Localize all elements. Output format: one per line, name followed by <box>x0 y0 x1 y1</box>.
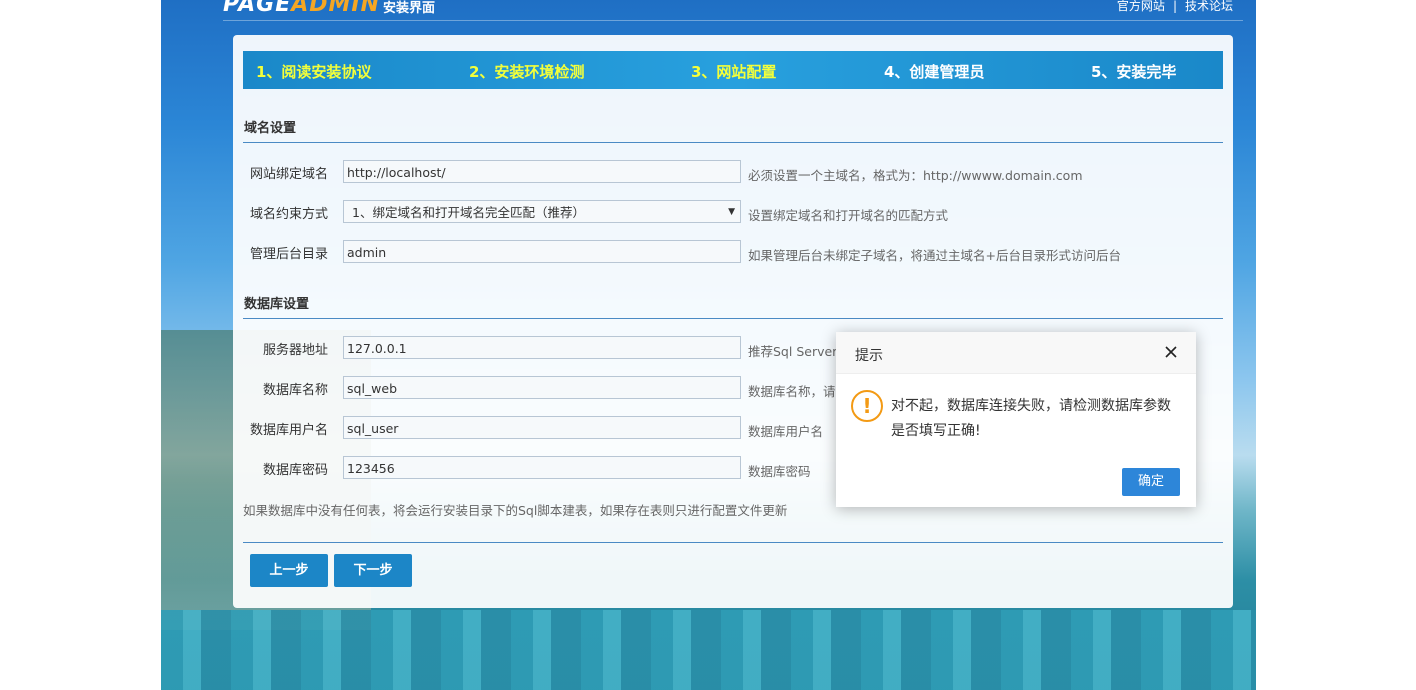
constraint-label: 域名约束方式 <box>249 207 328 222</box>
bind-domain-input[interactable]: http://localhost/ <box>343 160 741 183</box>
install-subtitle: 安装界面 <box>383 1 436 16</box>
db-divider <box>243 318 1223 319</box>
header-links: 官方网站 | 技术论坛 <box>1117 0 1233 14</box>
domain-divider <box>243 142 1223 143</box>
pageadmin-logo: PAGEADMIN <box>223 0 380 17</box>
step-create-admin: 4、创建管理员 <box>884 63 985 81</box>
constraint-hint: 设置绑定域名和打开域名的匹配方式 <box>748 208 949 223</box>
db-section-title: 数据库设置 <box>244 297 310 312</box>
admin-dir-label: 管理后台目录 <box>249 247 328 262</box>
db-user-label: 数据库用户名 <box>249 423 328 438</box>
step-finish: 5、安装完毕 <box>1091 63 1177 81</box>
constraint-select[interactable]: 1、绑定域名和打开域名完全匹配（推荐） ▼ <box>343 200 741 223</box>
bind-domain-hint: 必须设置一个主域名，格式为：http://wwww.domain.com <box>748 168 1083 183</box>
next-step-button[interactable]: 下一步 <box>334 554 412 587</box>
db-name-label: 数据库名称 <box>262 383 328 398</box>
install-steps-bar: 1、阅读安装协议 2、安装环境检测 3、网站配置 4、创建管理员 5、安装完毕 <box>243 51 1223 89</box>
close-icon[interactable] <box>1160 341 1182 363</box>
confirm-button[interactable]: 确定 <box>1122 468 1180 496</box>
db-pass-hint: 数据库密码 <box>748 464 811 479</box>
server-input[interactable]: 127.0.0.1 <box>343 336 741 359</box>
prev-step-button[interactable]: 上一步 <box>250 554 328 587</box>
alert-dialog: 提示 ! 对不起，数据库连接失败，请检测数据库参数是否填写正确! 确定 <box>836 332 1196 507</box>
install-panel: 1、阅读安装协议 2、安装环境检测 3、网站配置 4、创建管理员 5、安装完毕 … <box>233 35 1233 608</box>
db-pass-label: 数据库密码 <box>262 463 328 478</box>
step-site-config: 3、网站配置 <box>691 63 777 81</box>
step-env-check: 2、安装环境检测 <box>469 63 585 81</box>
step-read-agreement: 1、阅读安装协议 <box>256 63 372 81</box>
bind-domain-label: 网站绑定域名 <box>249 167 328 182</box>
dialog-header: 提示 <box>836 332 1196 374</box>
db-pass-input[interactable]: 123456 <box>343 456 741 479</box>
warning-icon: ! <box>851 390 883 422</box>
db-name-input[interactable]: sql_web <box>343 376 741 399</box>
dialog-title: 提示 <box>855 348 883 364</box>
link-separator: | <box>1172 0 1177 13</box>
db-name-hint: 数据库名称，请 <box>748 384 836 399</box>
server-hint: 推荐Sql Server2 <box>748 344 846 359</box>
server-label: 服务器地址 <box>262 343 328 358</box>
db-note: 如果数据库中没有任何表，将会运行安装目录下的Sql脚本建表，如果存在表则只进行配… <box>243 503 788 518</box>
official-site-link[interactable]: 官方网站 <box>1117 0 1165 13</box>
admin-dir-input[interactable]: admin <box>343 240 741 263</box>
constraint-selected-value: 1、绑定域名和打开域名完全匹配（推荐） <box>352 205 585 220</box>
admin-dir-hint: 如果管理后台未绑定子域名，将通过主域名+后台目录形式访问后台 <box>748 248 1121 263</box>
dialog-message: 对不起，数据库连接失败，请检测数据库参数是否填写正确! <box>891 398 1171 439</box>
tech-forum-link[interactable]: 技术论坛 <box>1185 0 1233 13</box>
db-user-input[interactable]: sql_user <box>343 416 741 439</box>
domain-section-title: 域名设置 <box>244 121 297 136</box>
dropdown-arrow-icon: ▼ <box>728 207 735 217</box>
db-user-hint: 数据库用户名 <box>748 424 824 439</box>
top-header: PAGEADMIN 安装界面 官方网站 | 技术论坛 <box>223 0 1243 21</box>
background-water <box>161 610 1256 690</box>
footer-divider <box>243 542 1223 543</box>
